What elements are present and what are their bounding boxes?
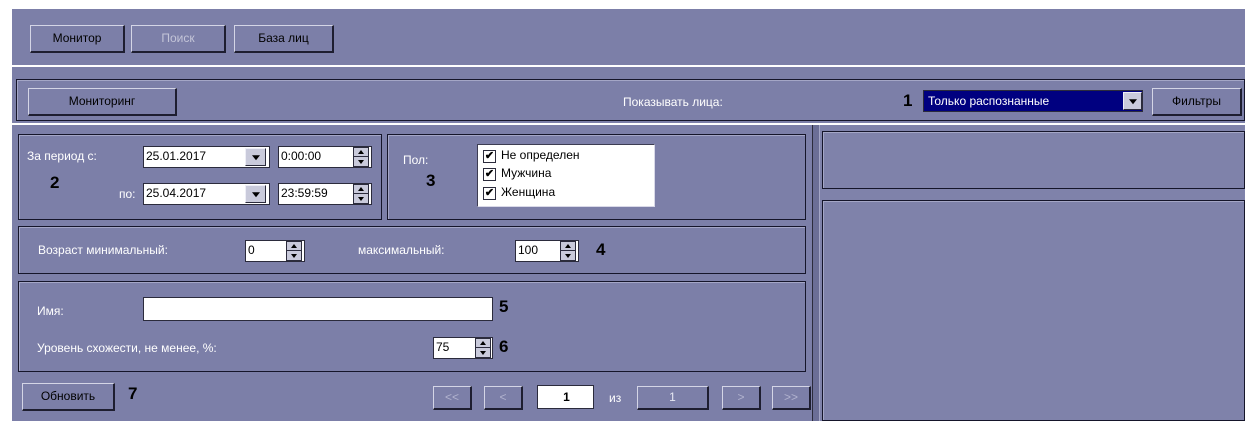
stepper-up-icon[interactable] <box>561 242 575 251</box>
stepper-up-icon[interactable] <box>354 185 368 194</box>
period-to-label: по: <box>119 187 136 201</box>
period-from-label: За период с: <box>27 149 97 163</box>
similarity-stepper[interactable] <box>475 338 491 358</box>
page-number-field[interactable]: 1 <box>537 385 594 409</box>
stepper-up-icon[interactable] <box>287 242 301 251</box>
stepper-down-icon[interactable] <box>561 251 575 260</box>
total-pages: 1 <box>637 386 709 410</box>
gender-checkbox-undefined[interactable]: ✔ <box>483 150 496 163</box>
marker-7: 7 <box>128 384 138 403</box>
gender-option-undefined: Не определен <box>501 148 580 162</box>
name-field[interactable] <box>143 297 493 321</box>
show-faces-dropdown-button[interactable] <box>1123 92 1142 110</box>
filters-button[interactable]: Фильтры <box>1152 88 1242 116</box>
chevron-down-icon <box>251 192 260 198</box>
name-similarity-section <box>18 281 806 372</box>
show-faces-select[interactable]: Только распознанные <box>923 90 1143 112</box>
marker-1: 1 <box>903 91 913 110</box>
tab-search[interactable]: Поиск <box>131 25 226 53</box>
marker-5: 5 <box>499 297 509 316</box>
stepper-up-icon[interactable] <box>354 148 368 157</box>
to-time-stepper[interactable] <box>353 184 369 204</box>
next-page-button[interactable]: > <box>722 386 761 410</box>
first-page-button[interactable]: << <box>433 386 472 410</box>
stepper-down-icon[interactable] <box>476 348 490 357</box>
marker-6: 6 <box>499 337 509 356</box>
gender-option-male: Мужчина <box>501 166 552 180</box>
prev-page-button[interactable]: < <box>484 386 523 410</box>
name-label: Имя: <box>37 304 64 318</box>
stepper-up-icon[interactable] <box>476 339 490 348</box>
chevron-down-icon <box>1128 99 1137 105</box>
refresh-button[interactable]: Обновить <box>22 383 115 411</box>
show-faces-value: Только распознанные <box>928 94 1050 108</box>
stepper-down-icon[interactable] <box>354 157 368 166</box>
age-min-stepper[interactable] <box>286 241 302 261</box>
to-date-dropdown[interactable] <box>245 185 266 203</box>
gender-option-female: Женщина <box>501 185 556 199</box>
stepper-down-icon[interactable] <box>287 251 301 260</box>
from-date-dropdown[interactable] <box>245 148 266 166</box>
similarity-label: Уровень схожести, не менее, %: <box>37 341 217 355</box>
age-min-label: Возраст минимальный: <box>38 243 168 257</box>
age-max-label: максимальный: <box>358 243 445 257</box>
last-page-button[interactable]: >> <box>772 386 811 410</box>
gender-checkbox-male[interactable]: ✔ <box>483 168 496 181</box>
gender-checkbox-female[interactable]: ✔ <box>483 187 496 200</box>
panel-splitter[interactable] <box>812 125 820 421</box>
preview-top-box <box>822 131 1245 189</box>
chevron-down-icon <box>251 155 260 161</box>
marker-2: 2 <box>50 173 60 192</box>
stepper-down-icon[interactable] <box>354 194 368 203</box>
from-time-stepper[interactable] <box>353 147 369 167</box>
age-max-stepper[interactable] <box>560 241 576 261</box>
of-label: из <box>609 391 622 405</box>
preview-bottom-box <box>822 200 1245 421</box>
show-faces-label: Показывать лица: <box>623 95 723 109</box>
marker-3: 3 <box>426 171 436 190</box>
monitoring-button[interactable]: Мониторинг <box>28 88 177 116</box>
marker-4: 4 <box>596 240 606 259</box>
tab-monitor[interactable]: Монитор <box>30 25 125 53</box>
tab-face-database[interactable]: База лиц <box>234 25 334 53</box>
gender-label: Пол: <box>403 153 429 167</box>
